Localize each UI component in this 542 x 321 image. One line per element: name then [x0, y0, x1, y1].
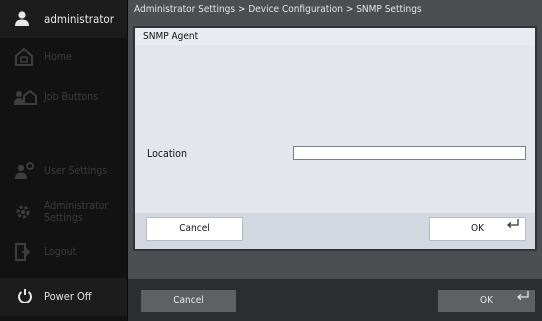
sidebar-item-label: Home [44, 51, 72, 63]
dialog-ok-button[interactable]: OK [429, 217, 526, 241]
dialog-cancel-button[interactable]: Cancel [146, 217, 243, 241]
user-name: administrator [44, 12, 114, 26]
footer-ok-label: OK [480, 295, 493, 306]
footer-ok-button[interactable]: OK [438, 290, 535, 312]
job-buttons-icon [14, 88, 38, 109]
sidebar-item-home[interactable]: Home [0, 38, 127, 78]
user-icon [14, 11, 30, 29]
user-settings-icon [14, 162, 36, 183]
dialog-ok-label: OK [471, 223, 484, 234]
footer-bar: Cancel OK [128, 279, 542, 321]
sidebar-item-job-buttons[interactable]: Job Buttons [0, 78, 127, 118]
breadcrumb: Administrator Settings > Device Configur… [134, 4, 422, 15]
location-field[interactable] [293, 146, 526, 160]
sidebar-item-user-settings[interactable]: User Settings [0, 152, 127, 192]
home-icon [14, 47, 34, 69]
enter-icon [516, 287, 529, 309]
logout-icon [14, 243, 31, 264]
dialog-title: SNMP Agent [135, 28, 535, 45]
dialog-body: Location [135, 45, 535, 213]
sidebar-item-label: Logout [44, 246, 77, 258]
sidebar-item-label: User Settings [44, 165, 108, 177]
power-off-label: Power Off [44, 290, 92, 303]
sidebar-item-label: Administrator Settings [44, 200, 109, 224]
sidebar-item-administrator-settings[interactable]: Administrator Settings [0, 193, 127, 233]
sidebar: administrator Home Job Buttons User Sett… [0, 0, 127, 321]
enter-icon [506, 215, 519, 237]
gear-icon [14, 203, 32, 224]
sidebar-item-logout[interactable]: Logout [0, 233, 127, 273]
dialog-actions: Cancel OK [135, 213, 535, 249]
footer-cancel-button[interactable]: Cancel [141, 290, 236, 312]
power-off-button[interactable]: Power Off [0, 278, 127, 316]
snmp-agent-dialog: SNMP Agent Location Cancel OK [133, 26, 537, 251]
current-user: administrator [0, 0, 127, 38]
power-icon [18, 288, 32, 306]
location-label: Location [147, 148, 187, 160]
sidebar-item-label: Job Buttons [44, 91, 99, 103]
